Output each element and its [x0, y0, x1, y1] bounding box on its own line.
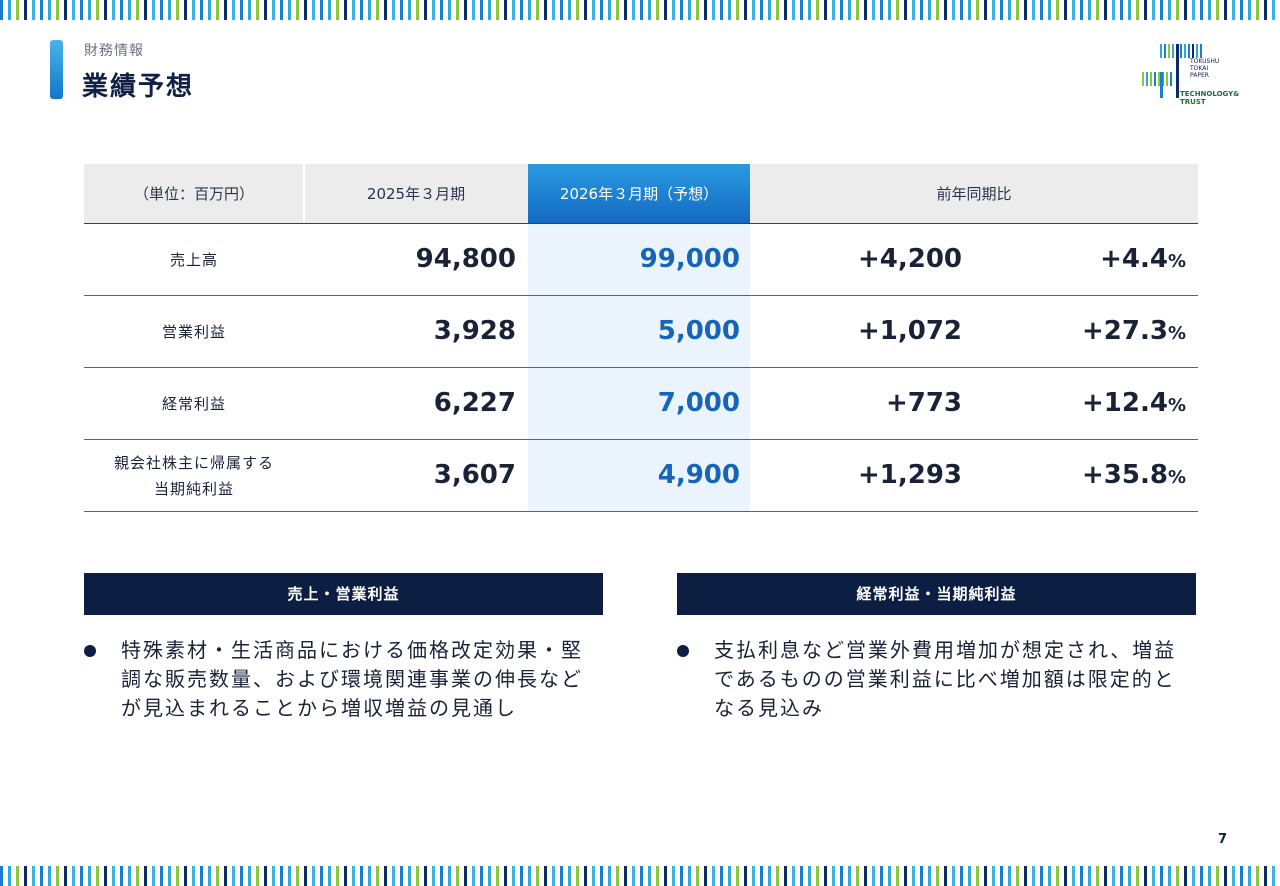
bottom-stripe-decoration	[0, 866, 1280, 886]
section-label: 財務情報	[84, 43, 144, 59]
value-fy2026: 7,000	[657, 388, 740, 418]
forecast-table: （単位：百万円） 2025年３月期 2026年３月期（予想） 前年同期比 売上高…	[84, 164, 1198, 512]
value-pct: +35.8%	[1082, 460, 1186, 490]
bullet-ordinary-profit: 支払利息など営業外費用増加が想定され、増益であるものの営業利益に比べ増加額は限定…	[677, 636, 1177, 723]
value-fy2025: 3,607	[433, 460, 516, 490]
logo-tagline-1: TECHNOLOGY&	[1180, 90, 1240, 98]
top-stripe-decoration	[0, 0, 1280, 20]
logo-tagline-2: TRUST	[1180, 98, 1206, 106]
table-row: 売上高 94,800 99,000 +4,200 +4.4%	[84, 224, 1198, 296]
row-label: 売上高	[169, 250, 218, 269]
box-title-sales: 売上・営業利益	[84, 573, 603, 615]
page-title: 業績予想	[82, 72, 195, 102]
value-pct: +12.4%	[1082, 388, 1186, 418]
table-row: 経常利益 6,227 7,000 +773 +12.4%	[84, 368, 1198, 440]
header-unit: （単位：百万円）	[133, 185, 254, 203]
company-logo: TOKUSHU TOKAI PAPER TECHNOLOGY& TRUST	[1140, 42, 1240, 108]
box-title-ordinary-profit: 経常利益・当期純利益	[677, 573, 1196, 615]
value-pct: +4.4%	[1100, 244, 1186, 274]
value-fy2026: 4,900	[657, 460, 740, 490]
bullet-sales: 特殊素材・生活商品における価格改定効果・堅調な販売数量、および環境関連事業の伸長…	[84, 636, 584, 723]
row-label: 親会社株主に帰属する 当期純利益	[113, 453, 274, 498]
value-fy2025: 6,227	[433, 388, 516, 418]
value-fy2025: 94,800	[415, 244, 516, 274]
value-fy2026: 5,000	[657, 316, 740, 346]
header-fy2026-forecast: 2026年３月期（予想）	[528, 164, 750, 224]
row-label: 経常利益	[161, 394, 226, 413]
bullet-text: 特殊素材・生活商品における価格改定効果・堅調な販売数量、および環境関連事業の伸長…	[121, 638, 583, 720]
table-header: （単位：百万円） 2025年３月期 2026年３月期（予想） 前年同期比	[84, 164, 1198, 224]
logo-wordmark: TOKUSHU TOKAI PAPER	[1190, 58, 1220, 79]
value-diff: +4,200	[857, 244, 962, 274]
value-fy2025: 3,928	[433, 316, 516, 346]
value-diff: +1,293	[857, 460, 962, 490]
header-yoy: 前年同期比	[936, 185, 1012, 203]
value-pct: +27.3%	[1082, 316, 1186, 346]
table-row: 営業利益 3,928 5,000 +1,072 +27.3%	[84, 296, 1198, 368]
page-number: 7	[1218, 832, 1228, 847]
value-diff: +1,072	[857, 316, 962, 346]
bullet-dot-icon	[84, 645, 96, 657]
bullet-dot-icon	[677, 645, 689, 657]
header-fy2025: 2025年３月期	[366, 185, 466, 203]
header-accent-bar	[50, 40, 63, 99]
row-label: 営業利益	[161, 322, 226, 341]
value-fy2026: 99,000	[639, 244, 740, 274]
table-row: 親会社株主に帰属する 当期純利益 3,607 4,900 +1,293 +35.…	[84, 440, 1198, 512]
bullet-text: 支払利息など営業外費用増加が想定され、増益であるものの営業利益に比べ増加額は限定…	[714, 638, 1177, 720]
value-diff: +773	[885, 388, 962, 418]
